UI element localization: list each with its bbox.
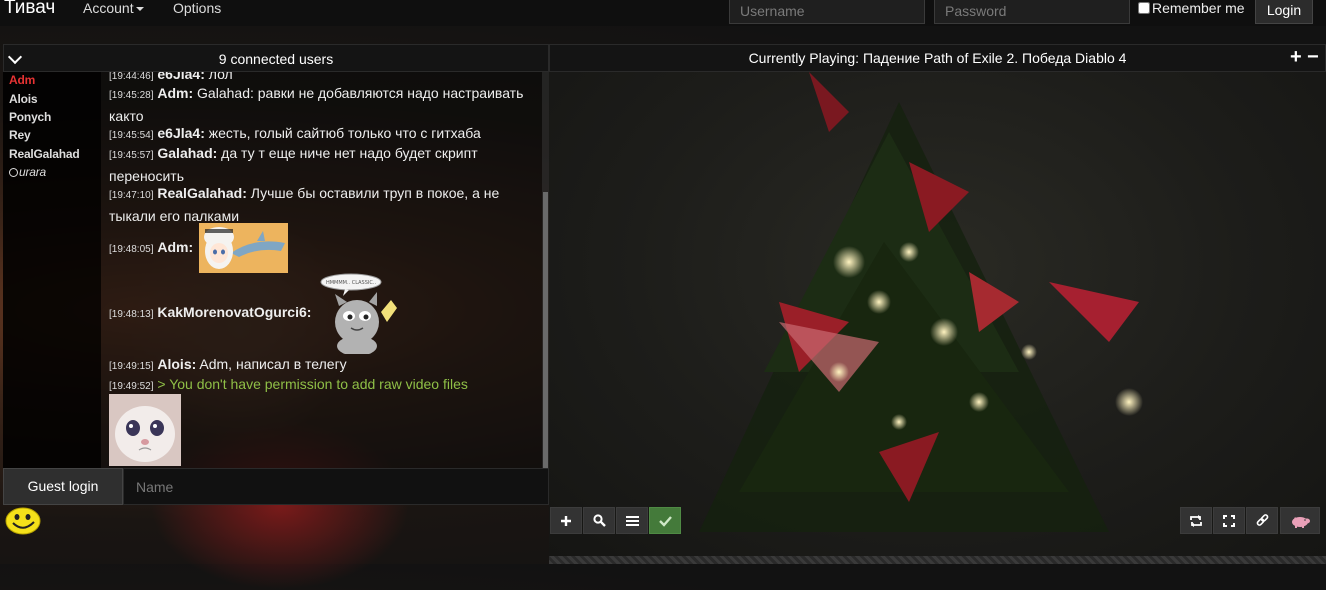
currently-playing-title: Currently Playing: Падение Path of Exile…	[748, 50, 1127, 66]
clock-icon	[9, 168, 18, 177]
playlist-button[interactable]	[616, 507, 648, 534]
message-timestamp: [19:47:10]	[109, 190, 154, 201]
emote-caption: HMMMM.. CLASSIC..	[326, 280, 376, 286]
caret-down-icon	[135, 7, 144, 12]
guest-name-field[interactable]	[123, 468, 549, 505]
chat-message: [19:47:10] RealGalahad: Лучше бы оставил…	[109, 183, 534, 226]
system-message: > You don't have permission to add raw v…	[157, 376, 468, 392]
classic-cat-emote[interactable]: HMMMM.. CLASSIC..	[317, 272, 399, 354]
remember-me-label: Remember me	[1152, 0, 1245, 16]
message-timestamp: [19:44:46]	[109, 72, 154, 82]
message-nick[interactable]: e6Jla4:	[157, 72, 204, 82]
check-icon	[658, 515, 672, 527]
chat-scroll-thumb[interactable]	[543, 192, 548, 468]
chat-messages[interactable]: [19:44:46] e6Jla4: лол [19:45:28] Adm: G…	[101, 72, 542, 468]
message-timestamp: [19:48:13]	[109, 309, 154, 320]
repeat-button[interactable]	[1180, 507, 1212, 534]
add-icon	[561, 515, 571, 526]
pig-button[interactable]	[1280, 507, 1320, 534]
link-button[interactable]	[1246, 507, 1278, 534]
user-name: urara	[19, 165, 47, 179]
anime-shark-emote[interactable]	[199, 223, 288, 273]
password-field[interactable]	[934, 0, 1130, 24]
message-nick[interactable]: Alois:	[157, 356, 196, 372]
message-timestamp: [19:45:28]	[109, 90, 154, 101]
login-button[interactable]: Login	[1255, 0, 1313, 24]
chat-message: [19:45:57] Galahad: да ту т еще ниче нет…	[109, 143, 534, 186]
account-menu-label: Account	[83, 0, 134, 16]
christmas-tree-video-frame	[699, 72, 1143, 532]
message-nick[interactable]: KakMorenovatOgurci6:	[157, 304, 311, 320]
user-list-item[interactable]: Alois	[9, 92, 38, 106]
add-video-button[interactable]: +	[1290, 47, 1302, 67]
message-timestamp: [19:45:54]	[109, 130, 154, 141]
search-button[interactable]	[583, 507, 615, 534]
remember-me-checkbox[interactable]	[1138, 2, 1150, 14]
message-text: жесть, голый сайтюб только что с гитхаба	[208, 125, 481, 141]
username-field[interactable]	[729, 0, 925, 24]
chat-message: [19:45:28] Adm: Galahad: равки не добавл…	[109, 83, 534, 126]
fullscreen-button[interactable]	[1213, 507, 1245, 534]
remember-me[interactable]: Remember me	[1138, 0, 1245, 16]
message-nick[interactable]: Adm:	[157, 85, 193, 101]
message-timestamp: [19:49:52]	[109, 381, 154, 392]
confirm-button[interactable]	[649, 507, 681, 534]
list-icon	[625, 515, 639, 526]
user-list-item[interactable]: Rey	[9, 128, 31, 142]
smiley-icon[interactable]	[5, 506, 43, 536]
account-menu[interactable]: Account	[83, 0, 144, 16]
pig-icon	[1292, 516, 1310, 528]
chat-message: [19:48:05] Adm:	[109, 237, 534, 260]
connected-users-count: 9 connected users	[218, 51, 334, 67]
user-list-item[interactable]: Adm	[9, 73, 35, 87]
message-nick[interactable]: RealGalahad:	[157, 185, 246, 201]
user-list-item[interactable]: Ponych	[9, 110, 51, 124]
chat-header[interactable]: 9 connected users	[3, 44, 549, 72]
remove-video-button[interactable]: −	[1307, 47, 1319, 67]
guest-login-button[interactable]: Guest login	[3, 468, 123, 505]
message-timestamp: [19:45:57]	[109, 150, 154, 161]
repeat-icon	[1190, 514, 1202, 527]
options-menu[interactable]: Options	[173, 0, 221, 16]
fullscreen-icon	[1223, 514, 1235, 527]
user-list: Adm Alois Ponych Rey RealGalahad urara	[3, 72, 101, 468]
user-list-item[interactable]: RealGalahad	[9, 147, 80, 161]
link-icon	[1256, 514, 1268, 526]
chevron-down-icon[interactable]	[7, 49, 23, 65]
site-brand[interactable]: Тивач	[4, 0, 55, 19]
progress-bar[interactable]	[549, 556, 1326, 564]
video-header: Currently Playing: Падение Path of Exile…	[549, 44, 1326, 72]
crying-cat-emote[interactable]	[109, 394, 181, 466]
chat-scrollbar[interactable]	[542, 72, 549, 468]
navbar: Тивач Account Options Remember me Login	[0, 0, 1326, 26]
message-text: Adm, написал в телегу	[199, 356, 347, 372]
message-text: лол	[208, 72, 233, 82]
search-icon	[592, 514, 606, 527]
user-list-item[interactable]: urara	[9, 165, 46, 179]
message-nick[interactable]: e6Jla4:	[157, 125, 204, 141]
video-player[interactable]	[549, 72, 1326, 556]
message-nick[interactable]: Galahad:	[157, 145, 217, 161]
message-timestamp: [19:48:05]	[109, 244, 154, 255]
add-media-button[interactable]	[550, 507, 582, 534]
message-timestamp: [19:49:15]	[109, 361, 154, 372]
message-nick[interactable]: Adm:	[157, 239, 193, 255]
